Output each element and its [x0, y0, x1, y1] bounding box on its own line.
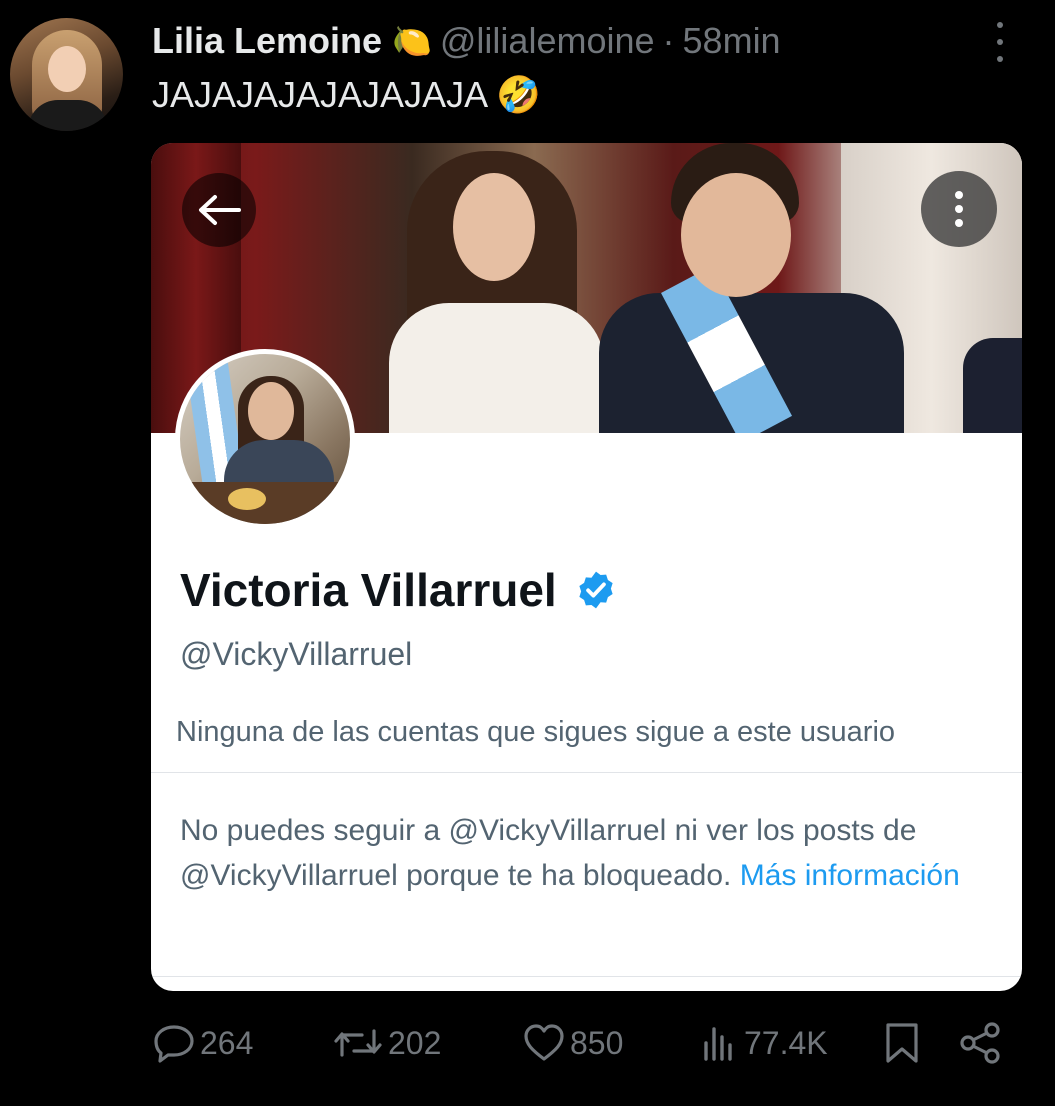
repost-count: 202 [388, 1024, 442, 1061]
reply-count: 264 [200, 1024, 254, 1061]
divider [151, 976, 1022, 977]
verified-badge-icon [579, 571, 613, 609]
profile-name: Victoria Villarruel [180, 563, 617, 617]
repost-button[interactable]: 202 [332, 1018, 441, 1068]
avatar-face [48, 46, 86, 92]
separator-dot: · [662, 20, 675, 61]
profile-name-text: Victoria Villarruel [180, 564, 557, 616]
divider [151, 772, 1022, 773]
views-count: 77.4K [744, 1024, 828, 1061]
lemon-emoji: 🍋 [392, 23, 432, 59]
post-header: Lilia Lemoine 🍋 @lilialemoine · 58min [152, 18, 781, 64]
reply-icon [154, 1025, 194, 1063]
bookmark-icon [886, 1023, 918, 1063]
like-count: 850 [570, 1024, 624, 1061]
more-vertical-icon[interactable] [988, 22, 1012, 62]
profile-handle: @VickyVillarruel [180, 636, 413, 672]
arrow-left-icon [199, 195, 241, 225]
embedded-screenshot-card[interactable]: Victoria Villarruel @VickyVillarruel Nin… [151, 143, 1022, 991]
views-button[interactable]: 77.4K [700, 1018, 828, 1068]
share-icon [960, 1022, 1000, 1064]
reply-button[interactable]: 264 [152, 1018, 253, 1068]
post-actions: 264 202 850 77.4K [0, 1018, 1055, 1068]
bookmark-button[interactable] [884, 1018, 920, 1068]
repost-icon [334, 1029, 382, 1057]
profile-avatar[interactable] [175, 349, 355, 529]
like-icon [524, 1024, 564, 1061]
views-icon [704, 1027, 732, 1061]
share-button[interactable] [958, 1018, 1002, 1068]
post-text: JAJAJAJAJAJAJAJA 🤣 [152, 74, 541, 115]
post-time[interactable]: 58min [683, 20, 781, 62]
author-handle[interactable]: @lilialemoine [440, 20, 655, 62]
follow-note: Ninguna de las cuentas que sigues sigue … [176, 716, 896, 748]
like-button[interactable]: 850 [522, 1018, 623, 1068]
back-button[interactable] [182, 173, 256, 247]
profile-more-button[interactable] [921, 171, 997, 247]
more-vertical-icon [955, 191, 963, 227]
blocked-message: No puedes seguir a @VickyVillarruel ni v… [180, 808, 990, 898]
author-name[interactable]: Lilia Lemoine [152, 20, 382, 62]
more-info-link[interactable]: Más información [740, 859, 960, 892]
author-avatar[interactable] [10, 18, 123, 131]
